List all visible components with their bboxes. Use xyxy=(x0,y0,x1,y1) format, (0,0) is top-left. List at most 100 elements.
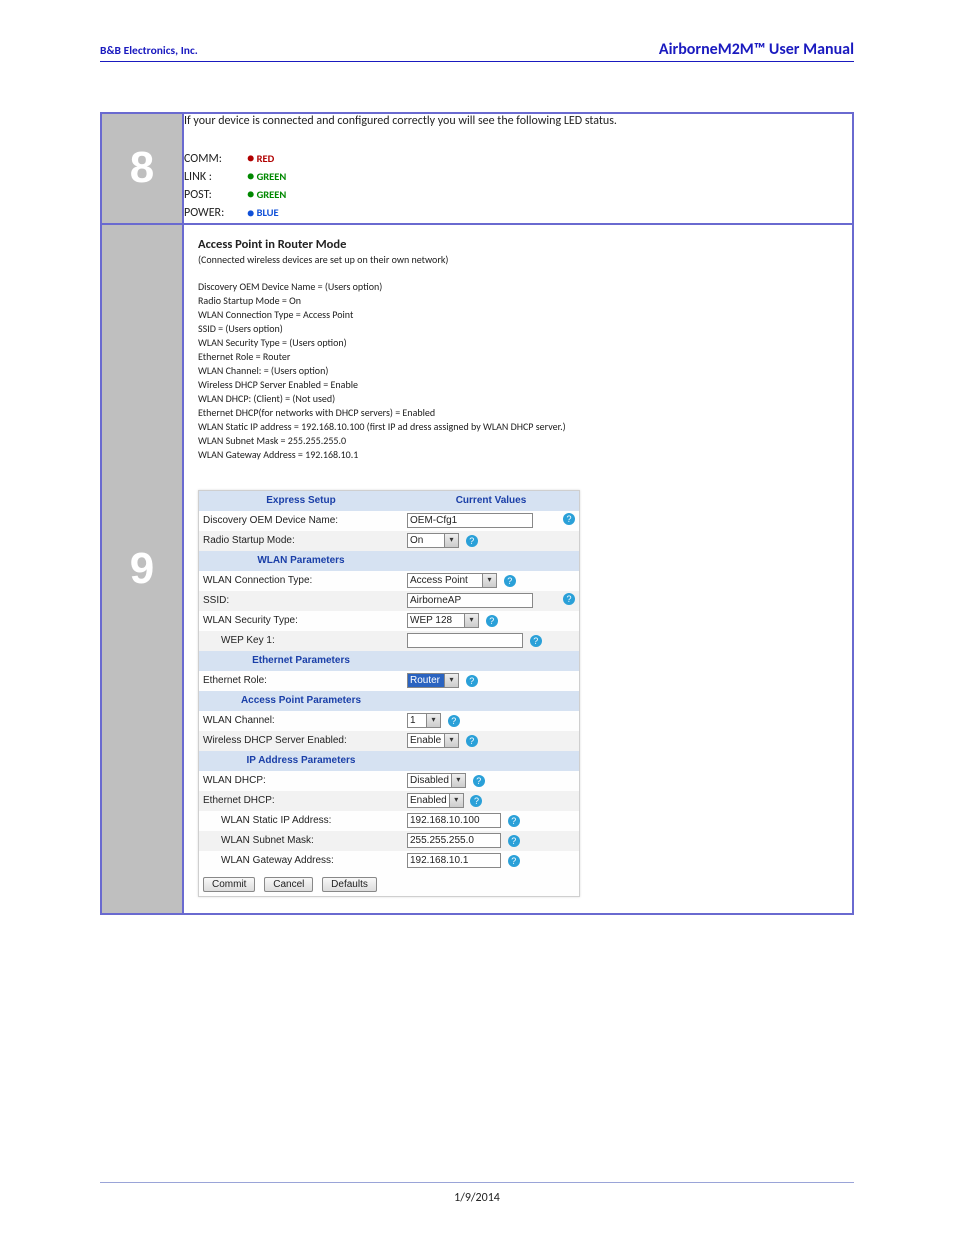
select-wlan-channel[interactable]: 1 xyxy=(407,713,427,728)
config-line: SSID = (Users option) xyxy=(198,322,832,336)
input-static-ip[interactable]: 192.168.10.100 xyxy=(407,813,501,828)
section-ip-parameters: IP Address Parameters xyxy=(199,751,579,771)
input-subnet-mask[interactable]: 255.255.255.0 xyxy=(407,833,501,848)
help-icon[interactable]: ? xyxy=(504,575,516,587)
row-subnet-mask: WLAN Subnet Mask: 255.255.255.0 ? xyxy=(199,831,579,851)
section-label: Access Point Parameters xyxy=(199,691,403,711)
label-wlan-conn-type: WLAN Connection Type: xyxy=(199,571,403,591)
row-discovery-name: Discovery OEM Device Name: OEM-Cfg1 ? xyxy=(199,511,579,531)
label-wep-key: WEP Key 1: xyxy=(199,631,403,651)
label-static-ip: WLAN Static IP Address: xyxy=(199,811,403,831)
help-icon[interactable]: ? xyxy=(466,735,478,747)
help-icon[interactable]: ? xyxy=(473,775,485,787)
label-discovery-name: Discovery OEM Device Name: xyxy=(199,511,403,531)
led-status: GREEN xyxy=(257,188,287,201)
help-icon[interactable]: ? xyxy=(486,615,498,627)
help-icon[interactable]: ? xyxy=(563,513,575,525)
config-line: Wireless DHCP Server Enabled = Enable xyxy=(198,378,832,392)
input-gateway[interactable]: 192.168.10.1 xyxy=(407,853,501,868)
input-discovery-name[interactable]: OEM-Cfg1 xyxy=(407,513,533,528)
section-label: Ethernet Parameters xyxy=(199,651,403,671)
select-wlan-security[interactable]: WEP 128 xyxy=(407,613,465,628)
config-line: WLAN DHCP: (Client) = (Not used) xyxy=(198,392,832,406)
page-footer: 1/9/2014 xyxy=(0,1182,954,1205)
help-icon[interactable]: ? xyxy=(508,855,520,867)
header-title: AirborneM2M™ User Manual xyxy=(659,40,854,59)
row-gateway: WLAN Gateway Address: 192.168.10.1 ? xyxy=(199,851,579,871)
row-ssid: SSID: AirborneAP ? xyxy=(199,591,579,611)
ui-header-right: Current Values xyxy=(403,491,579,511)
led-status: BLUE xyxy=(257,206,279,219)
defaults-button[interactable]: Defaults xyxy=(322,877,377,892)
select-ethernet-dhcp[interactable]: Enabled xyxy=(407,793,450,808)
led-label: POST: xyxy=(184,186,244,204)
help-icon[interactable]: ? xyxy=(508,815,520,827)
ui-header-left: Express Setup xyxy=(199,491,403,511)
led-row-comm: COMM: ●RED xyxy=(184,150,852,168)
input-ssid[interactable]: AirborneAP xyxy=(407,593,533,608)
button-bar: Commit Cancel Defaults xyxy=(199,871,579,896)
led-row-power: POWER: ●BLUE xyxy=(184,204,852,222)
chevron-down-icon[interactable]: ▾ xyxy=(445,673,459,688)
section-label: IP Address Parameters xyxy=(199,751,403,771)
help-icon[interactable]: ? xyxy=(466,675,478,687)
config-line: WLAN Subnet Mask = 255.255.255.0 xyxy=(198,434,832,448)
label-wlan-security: WLAN Security Type: xyxy=(199,611,403,631)
commit-button[interactable]: Commit xyxy=(203,877,255,892)
select-wlan-dhcp[interactable]: Disabled xyxy=(407,773,452,788)
ap-subtitle: (Connected wireless devices are set up o… xyxy=(198,253,832,266)
select-dhcp-server[interactable]: Enable xyxy=(407,733,445,748)
led-row-link: LINK : ●GREEN xyxy=(184,168,852,186)
chevron-down-icon[interactable]: ▾ xyxy=(483,573,497,588)
led-dot-icon: ● xyxy=(247,187,255,202)
input-wep-key[interactable] xyxy=(407,633,523,648)
led-label: COMM: xyxy=(184,150,244,168)
steps-table: 8 If your device is connected and config… xyxy=(100,112,854,915)
step-9-number-cell: 9 xyxy=(101,224,183,914)
express-setup-panel: Express Setup Current Values Discovery O… xyxy=(198,490,580,897)
label-dhcp-server: Wireless DHCP Server Enabled: xyxy=(199,731,403,751)
help-icon[interactable]: ? xyxy=(448,715,460,727)
config-line: WLAN Gateway Address = 192.168.10.1 xyxy=(198,448,832,462)
step-9-body: Access Point in Router Mode (Connected w… xyxy=(183,224,853,914)
led-dot-icon: ● xyxy=(247,151,255,166)
label-ssid: SSID: xyxy=(199,591,403,611)
row-wlan-dhcp: WLAN DHCP: Disabled▾ ? xyxy=(199,771,579,791)
label-wlan-dhcp: WLAN DHCP: xyxy=(199,771,403,791)
row-radio-startup: Radio Startup Mode: On▾ ? xyxy=(199,531,579,551)
chevron-down-icon[interactable]: ▾ xyxy=(445,733,459,748)
led-dot-icon: ● xyxy=(247,206,255,221)
chevron-down-icon[interactable]: ▾ xyxy=(427,713,441,728)
config-line: WLAN Connection Type = Access Point xyxy=(198,308,832,322)
help-icon[interactable]: ? xyxy=(508,835,520,847)
row-ethernet-dhcp: Ethernet DHCP: Enabled▾ ? xyxy=(199,791,579,811)
chevron-down-icon[interactable]: ▾ xyxy=(465,613,479,628)
led-label: LINK : xyxy=(184,168,244,186)
row-static-ip: WLAN Static IP Address: 192.168.10.100 ? xyxy=(199,811,579,831)
header-company: B&B Electronics, Inc. xyxy=(100,44,198,58)
row-wlan-channel: WLAN Channel: 1▾ ? xyxy=(199,711,579,731)
ap-title: Access Point in Router Mode xyxy=(198,237,832,252)
footer-date: 1/9/2014 xyxy=(454,1191,500,1205)
label-subnet-mask: WLAN Subnet Mask: xyxy=(199,831,403,851)
config-line: WLAN Channel: = (Users option) xyxy=(198,364,832,378)
section-ap-parameters: Access Point Parameters xyxy=(199,691,579,711)
chevron-down-icon[interactable]: ▾ xyxy=(445,533,459,548)
help-icon[interactable]: ? xyxy=(563,593,575,605)
led-status-list: COMM: ●RED LINK : ●GREEN POST: ●GREEN PO… xyxy=(184,150,852,223)
help-icon[interactable]: ? xyxy=(466,535,478,547)
config-line: Radio Startup Mode = On xyxy=(198,294,832,308)
help-icon[interactable]: ? xyxy=(470,795,482,807)
select-radio-startup[interactable]: On xyxy=(407,533,445,548)
help-icon[interactable]: ? xyxy=(530,635,542,647)
row-wep-key: WEP Key 1: ? xyxy=(199,631,579,651)
select-ethernet-role[interactable]: Router xyxy=(407,673,445,688)
step-8-intro: If your device is connected and configur… xyxy=(184,114,852,128)
select-wlan-conn-type[interactable]: Access Point xyxy=(407,573,483,588)
cancel-button[interactable]: Cancel xyxy=(264,877,313,892)
led-status: RED xyxy=(257,152,275,165)
config-line: WLAN Static IP address = 192.168.10.100 … xyxy=(198,420,832,434)
chevron-down-icon[interactable]: ▾ xyxy=(450,793,464,808)
chevron-down-icon[interactable]: ▾ xyxy=(452,773,466,788)
row-dhcp-server: Wireless DHCP Server Enabled: Enable▾ ? xyxy=(199,731,579,751)
